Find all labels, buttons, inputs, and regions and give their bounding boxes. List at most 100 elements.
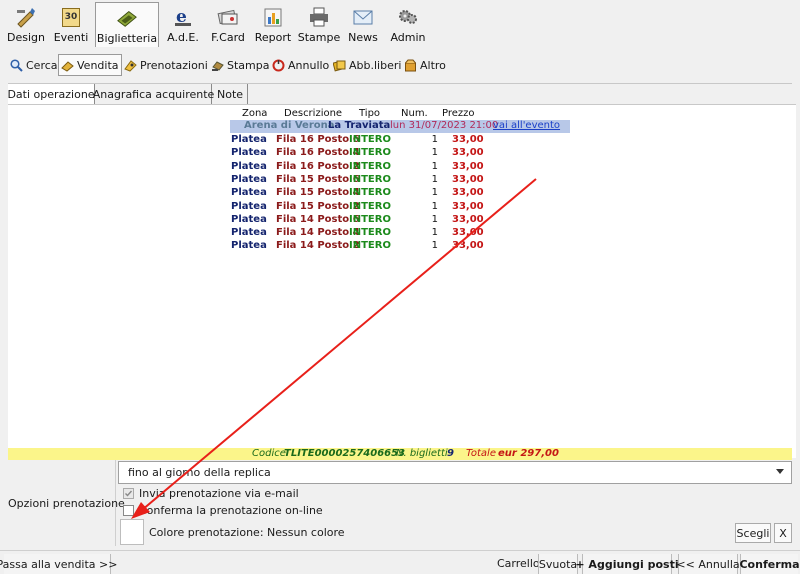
toolbar-label: News <box>348 31 378 44</box>
cell-zona: Platea <box>231 187 267 199</box>
header-prezzo: Prezzo <box>442 108 475 119</box>
cell-zona: Platea <box>231 160 267 172</box>
cell-num: 1 <box>431 200 438 212</box>
color-swatch[interactable] <box>120 519 144 545</box>
cell-zona: Platea <box>231 173 267 185</box>
cell-num: 1 <box>431 227 438 239</box>
cell-zona: Platea <box>231 213 267 225</box>
cell-tipo: INTERO <box>349 134 391 145</box>
table-row[interactable]: Platea Fila 15 Posto 2 INTERO 1 33,00 <box>8 201 608 214</box>
nbiglietti-label: N. biglietti <box>396 448 448 459</box>
toolbar-report-button[interactable]: Report <box>254 2 292 47</box>
cell-tipo: INTERO <box>349 173 391 185</box>
sub-abbliberi-button[interactable]: Abb.liberi <box>331 54 403 76</box>
cell-tipo: INTERO <box>349 200 391 212</box>
cell-zona: Platea <box>231 227 267 239</box>
cell-num: 1 <box>431 134 438 145</box>
sub-label: Prenotazioni <box>140 58 208 72</box>
tab-dati-operazione[interactable]: Dati operazione <box>7 84 95 104</box>
toolbar-label: Biglietteria <box>96 32 158 45</box>
sub-prenotazioni-button[interactable]: Prenotazioni <box>122 54 210 76</box>
cell-num: 1 <box>431 160 438 172</box>
table-row[interactable]: Platea Fila 15 Posto 6 INTERO 1 33,00 <box>8 174 608 187</box>
online-checkbox[interactable] <box>123 505 134 516</box>
tab-note[interactable]: Note <box>213 84 248 104</box>
cell-num: 1 <box>431 213 438 225</box>
event-header-row: Arena di Verona La Traviata lun 31/07/20… <box>230 120 570 133</box>
options-label: Opzioni prenotazione <box>8 497 125 510</box>
cancel-icon <box>272 59 285 72</box>
clear-color-button[interactable]: X <box>774 523 792 543</box>
cell-tipo: INTERO <box>349 240 391 252</box>
cell-descrizione: Fila 15 Posto 4 <box>276 187 360 199</box>
header-num: Num. <box>401 108 428 119</box>
cell-tipo: INTERO <box>349 160 391 172</box>
table-row[interactable]: Platea Fila 14 Posto 6 INTERO 1 33,00 <box>8 214 608 227</box>
scegli-button[interactable]: Scegli <box>735 523 771 543</box>
envelope-icon <box>352 6 374 28</box>
table-row[interactable]: Platea Fila 16 Posto 2 INTERO 1 33,00 <box>8 161 608 174</box>
replica-select[interactable]: fino al giorno della replica <box>118 461 792 484</box>
cell-prezzo: 33,00 <box>452 200 484 212</box>
check-icon <box>125 490 133 497</box>
aggiungi-posti-button[interactable]: + Aggiungi posti <box>575 554 679 574</box>
sub-cerca-button[interactable]: Cerca <box>8 54 60 76</box>
table-row[interactable]: Platea Fila 16 Posto 4 INTERO 1 33,00 <box>8 147 608 160</box>
online-checkbox-label: Conferma la prenotazione on-line <box>139 504 323 517</box>
colore-label: Colore prenotazione: Nessun colore <box>149 526 345 539</box>
cell-tipo: INTERO <box>349 213 391 225</box>
cell-descrizione: Fila 16 Posto 2 <box>276 160 360 172</box>
toolbar-label: A.d.E. <box>167 31 199 44</box>
cell-prezzo: 33,00 <box>452 213 484 225</box>
email-checkbox[interactable] <box>123 488 134 499</box>
sub-vendita-button[interactable]: Vendita <box>58 54 122 76</box>
card-icon <box>217 6 239 28</box>
ade-icon: e <box>172 6 194 28</box>
conferma-button[interactable]: Conferma <box>739 554 800 574</box>
cell-prezzo: 33,00 <box>452 160 484 172</box>
sub-altro-button[interactable]: Altro <box>402 54 448 76</box>
table-row[interactable]: Platea Fila 16 Posto 6 INTERO 1 33,00 <box>8 134 608 147</box>
table-row[interactable]: Platea Fila 14 Posto 2 INTERO 1 33,00 <box>8 240 608 253</box>
sub-stampa-button[interactable]: Stampa <box>209 54 271 76</box>
operation-panel: Zona Descrizione Tipo Num. Prezzo Arena … <box>8 104 796 458</box>
cell-tipo: INTERO <box>349 187 391 199</box>
cell-tipo: INTERO <box>349 147 391 159</box>
passa-vendita-button[interactable]: Passa alla vendita >> <box>0 554 117 574</box>
tab-anagrafica-acquirente[interactable]: Anagrafica acquirente <box>93 84 214 104</box>
toolbar-label: Design <box>7 31 45 44</box>
table-row[interactable]: Platea Fila 15 Posto 4 INTERO 1 33,00 <box>8 187 608 200</box>
search-icon <box>10 58 23 72</box>
toolbar-admin-button[interactable]: Admin <box>388 2 428 47</box>
toolbar-design-button[interactable]: Design <box>6 2 46 47</box>
svuota-button[interactable]: Svuota <box>538 554 578 574</box>
toolbar-label: F.Card <box>211 31 245 44</box>
sub-annullo-button[interactable]: Annullo <box>270 54 331 76</box>
subscription-icon <box>332 59 346 72</box>
cell-num: 1 <box>431 187 438 199</box>
toolbar-fcard-button[interactable]: F.Card <box>209 2 247 47</box>
toolbar-news-button[interactable]: News <box>345 2 381 47</box>
toolbar-ade-button[interactable]: e A.d.E. <box>164 2 202 47</box>
codice-label: Codice <box>252 448 286 459</box>
event-title: La Traviata <box>328 120 391 131</box>
cell-descrizione: Fila 14 Posto 6 <box>276 213 360 225</box>
ticket-office-icon <box>116 7 138 29</box>
cell-prezzo: 33,00 <box>452 227 484 239</box>
chevron-down-icon <box>776 469 784 474</box>
sub-label: Altro <box>420 58 446 72</box>
cell-descrizione: Fila 15 Posto 2 <box>276 200 360 212</box>
table-row[interactable]: Platea Fila 14 Posto 4 INTERO 1 33,00 <box>8 227 608 240</box>
toolbar-biglietteria-button[interactable]: Biglietteria <box>95 2 159 47</box>
event-link[interactable]: vai all'evento <box>493 120 560 131</box>
toolbar-stampe-button[interactable]: Stampe <box>298 2 340 47</box>
toolbar-eventi-button[interactable]: 30 Eventi <box>51 2 91 47</box>
sub-label: Cerca <box>26 58 58 72</box>
annulla-button[interactable]: << Annulla <box>676 554 740 574</box>
cell-descrizione: Fila 16 Posto 4 <box>276 147 360 159</box>
sub-toolbar: Cerca Vendita Prenotazioni Stampa Annull… <box>0 50 800 78</box>
toolbar-label: Eventi <box>53 31 89 44</box>
cell-prezzo: 33,00 <box>452 147 484 159</box>
cell-zona: Platea <box>231 200 267 212</box>
report-chart-icon <box>262 6 284 28</box>
